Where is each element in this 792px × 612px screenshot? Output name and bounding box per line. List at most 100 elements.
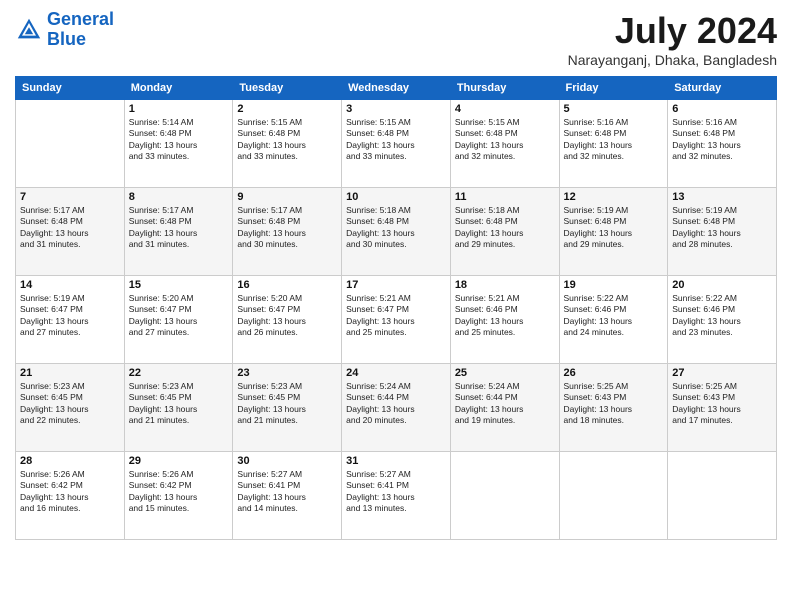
- day-number: 5: [564, 103, 664, 115]
- title-block: July 2024 Narayanganj, Dhaka, Bangladesh: [568, 10, 777, 68]
- day-number: 11: [455, 191, 555, 203]
- day-info: Sunrise: 5:25 AM Sunset: 6:43 PM Dayligh…: [564, 381, 664, 427]
- day-number: 12: [564, 191, 664, 203]
- day-number: 30: [237, 455, 337, 467]
- calendar-week-row: 14Sunrise: 5:19 AM Sunset: 6:47 PM Dayli…: [16, 276, 777, 364]
- day-info: Sunrise: 5:19 AM Sunset: 6:47 PM Dayligh…: [20, 293, 120, 339]
- calendar-cell: 10 Sunrise: 5:18 AM Sunset: 6:48 PM Dayli…: [342, 188, 451, 276]
- day-info: Sunrise: 5:21 AM Sunset: 6:46 PM Dayligh…: [455, 293, 555, 339]
- day-number: 16: [237, 279, 337, 291]
- calendar-cell: 13 Sunrise: 5:19 AM Sunset: 6:48 PM Dayli…: [668, 188, 777, 276]
- day-info: Sunrise: 5:19 AM Sunset: 6:48 PM Dayligh…: [672, 205, 772, 251]
- day-number: 18: [455, 279, 555, 291]
- day-info: Sunrise: 5:24 AM Sunset: 6:44 PM Dayligh…: [455, 381, 555, 427]
- day-number: 21: [20, 367, 120, 379]
- weekday-header: Sunday: [16, 77, 125, 100]
- calendar-cell: 26 Sunrise: 5:25 AM Sunset: 6:43 PM Dayli…: [559, 364, 668, 452]
- day-info: Sunrise: 5:18 AM Sunset: 6:48 PM Dayligh…: [346, 205, 446, 251]
- day-info: Sunrise: 5:18 AM Sunset: 6:48 PM Dayligh…: [455, 205, 555, 251]
- weekday-header: Tuesday: [233, 77, 342, 100]
- calendar-week-row: 1 Sunrise: 5:14 AM Sunset: 6:48 PM Daylig…: [16, 100, 777, 188]
- day-info: Sunrise: 5:16 AM Sunset: 6:48 PM Dayligh…: [564, 117, 664, 163]
- day-number: 20: [672, 279, 772, 291]
- day-info: Sunrise: 5:22 AM Sunset: 6:46 PM Dayligh…: [672, 293, 772, 339]
- day-number: 1: [129, 103, 229, 115]
- calendar-cell: 3Sunrise: 5:15 AM Sunset: 6:48 PM Daylig…: [342, 100, 451, 188]
- calendar-cell: 18 Sunrise: 5:21 AM Sunset: 6:46 PM Dayli…: [450, 276, 559, 364]
- day-number: 13: [672, 191, 772, 203]
- calendar-cell: 29 Sunrise: 5:26 AM Sunset: 6:42 PM Dayli…: [124, 452, 233, 540]
- day-number: 22: [129, 367, 229, 379]
- calendar-cell: 27Sunrise: 5:25 AM Sunset: 6:43 PM Dayli…: [668, 364, 777, 452]
- logo-icon: [15, 16, 43, 44]
- day-info: Sunrise: 5:15 AM Sunset: 6:48 PM Dayligh…: [346, 117, 446, 163]
- weekday-header: Saturday: [668, 77, 777, 100]
- calendar-week-row: 28 Sunrise: 5:26 AM Sunset: 6:42 PM Dayli…: [16, 452, 777, 540]
- day-info: Sunrise: 5:20 AM Sunset: 6:47 PM Dayligh…: [129, 293, 229, 339]
- calendar-cell: 24Sunrise: 5:24 AM Sunset: 6:44 PM Dayli…: [342, 364, 451, 452]
- day-info: Sunrise: 5:17 AM Sunset: 6:48 PM Dayligh…: [20, 205, 120, 251]
- header: General Blue July 2024 Narayanganj, Dhak…: [15, 10, 777, 68]
- calendar-week-row: 21 Sunrise: 5:23 AM Sunset: 6:45 PM Dayli…: [16, 364, 777, 452]
- calendar-cell: 19Sunrise: 5:22 AM Sunset: 6:46 PM Dayli…: [559, 276, 668, 364]
- calendar-cell: 4Sunrise: 5:15 AM Sunset: 6:48 PM Daylig…: [450, 100, 559, 188]
- day-number: 29: [129, 455, 229, 467]
- day-number: 31: [346, 455, 446, 467]
- weekday-header: Thursday: [450, 77, 559, 100]
- calendar-week-row: 7 Sunrise: 5:17 AM Sunset: 6:48 PM Daylig…: [16, 188, 777, 276]
- day-info: Sunrise: 5:17 AM Sunset: 6:48 PM Dayligh…: [237, 205, 337, 251]
- calendar-table: SundayMondayTuesdayWednesdayThursdayFrid…: [15, 76, 777, 540]
- day-number: 10: [346, 191, 446, 203]
- weekday-header: Wednesday: [342, 77, 451, 100]
- day-info: Sunrise: 5:14 AM Sunset: 6:48 PM Dayligh…: [129, 117, 229, 163]
- page: General Blue July 2024 Narayanganj, Dhak…: [0, 0, 792, 612]
- calendar-cell: [450, 452, 559, 540]
- day-info: Sunrise: 5:24 AM Sunset: 6:44 PM Dayligh…: [346, 381, 446, 427]
- day-number: 9: [237, 191, 337, 203]
- day-number: 28: [20, 455, 120, 467]
- calendar-cell: 30 Sunrise: 5:27 AM Sunset: 6:41 PM Dayli…: [233, 452, 342, 540]
- calendar-cell: 31 Sunrise: 5:27 AM Sunset: 6:41 PM Dayli…: [342, 452, 451, 540]
- day-number: 26: [564, 367, 664, 379]
- calendar-cell: 15Sunrise: 5:20 AM Sunset: 6:47 PM Dayli…: [124, 276, 233, 364]
- day-info: Sunrise: 5:23 AM Sunset: 6:45 PM Dayligh…: [129, 381, 229, 427]
- day-info: Sunrise: 5:27 AM Sunset: 6:41 PM Dayligh…: [237, 469, 337, 515]
- day-number: 8: [129, 191, 229, 203]
- day-number: 6: [672, 103, 772, 115]
- calendar-cell: 14Sunrise: 5:19 AM Sunset: 6:47 PM Dayli…: [16, 276, 125, 364]
- logo: General Blue: [15, 10, 114, 50]
- month-title: July 2024: [568, 10, 777, 52]
- calendar-cell: 9 Sunrise: 5:17 AM Sunset: 6:48 PM Daylig…: [233, 188, 342, 276]
- day-number: 7: [20, 191, 120, 203]
- calendar-cell: 12 Sunrise: 5:19 AM Sunset: 6:48 PM Dayli…: [559, 188, 668, 276]
- calendar-cell: [668, 452, 777, 540]
- calendar-cell: 23Sunrise: 5:23 AM Sunset: 6:45 PM Dayli…: [233, 364, 342, 452]
- day-number: 4: [455, 103, 555, 115]
- day-number: 23: [237, 367, 337, 379]
- weekday-header: Monday: [124, 77, 233, 100]
- calendar-cell: 21 Sunrise: 5:23 AM Sunset: 6:45 PM Dayli…: [16, 364, 125, 452]
- day-info: Sunrise: 5:19 AM Sunset: 6:48 PM Dayligh…: [564, 205, 664, 251]
- day-info: Sunrise: 5:26 AM Sunset: 6:42 PM Dayligh…: [129, 469, 229, 515]
- calendar-cell: 7 Sunrise: 5:17 AM Sunset: 6:48 PM Daylig…: [16, 188, 125, 276]
- day-number: 25: [455, 367, 555, 379]
- day-info: Sunrise: 5:17 AM Sunset: 6:48 PM Dayligh…: [129, 205, 229, 251]
- day-info: Sunrise: 5:22 AM Sunset: 6:46 PM Dayligh…: [564, 293, 664, 339]
- calendar-cell: 5 Sunrise: 5:16 AM Sunset: 6:48 PM Daylig…: [559, 100, 668, 188]
- day-info: Sunrise: 5:27 AM Sunset: 6:41 PM Dayligh…: [346, 469, 446, 515]
- day-info: Sunrise: 5:21 AM Sunset: 6:47 PM Dayligh…: [346, 293, 446, 339]
- day-number: 2: [237, 103, 337, 115]
- calendar-cell: [16, 100, 125, 188]
- day-number: 17: [346, 279, 446, 291]
- day-number: 27: [672, 367, 772, 379]
- calendar-header-row: SundayMondayTuesdayWednesdayThursdayFrid…: [16, 77, 777, 100]
- calendar-cell: 28Sunrise: 5:26 AM Sunset: 6:42 PM Dayli…: [16, 452, 125, 540]
- calendar-cell: 22 Sunrise: 5:23 AM Sunset: 6:45 PM Dayli…: [124, 364, 233, 452]
- calendar-cell: 1 Sunrise: 5:14 AM Sunset: 6:48 PM Daylig…: [124, 100, 233, 188]
- logo-text: General Blue: [47, 10, 114, 50]
- day-info: Sunrise: 5:23 AM Sunset: 6:45 PM Dayligh…: [20, 381, 120, 427]
- calendar-cell: 11 Sunrise: 5:18 AM Sunset: 6:48 PM Dayli…: [450, 188, 559, 276]
- calendar-cell: 2Sunrise: 5:15 AM Sunset: 6:48 PM Daylig…: [233, 100, 342, 188]
- calendar-cell: 25 Sunrise: 5:24 AM Sunset: 6:44 PM Dayli…: [450, 364, 559, 452]
- day-info: Sunrise: 5:16 AM Sunset: 6:48 PM Dayligh…: [672, 117, 772, 163]
